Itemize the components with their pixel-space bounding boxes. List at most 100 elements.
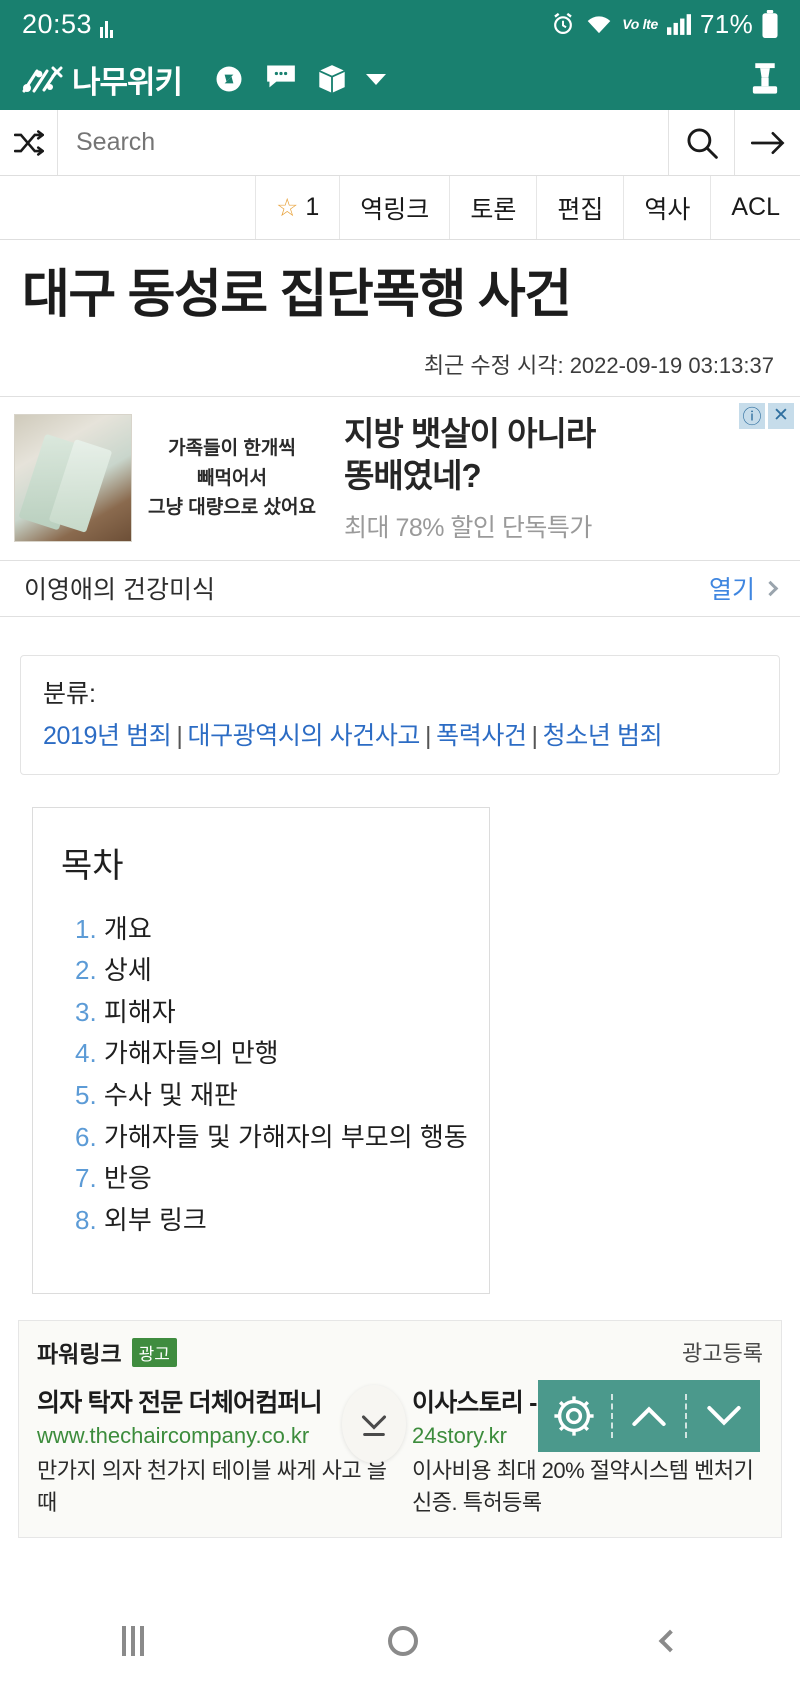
chevron-up-icon[interactable] — [613, 1380, 686, 1452]
powerlink-item-title[interactable]: 의자 탁자 전문 더체어컴퍼니 — [37, 1383, 388, 1419]
home-icon[interactable] — [388, 1626, 418, 1656]
ad-subtext-line-2: 빼먹어서 — [197, 467, 267, 489]
cellular-icon — [667, 13, 692, 35]
powerlink-title-group: 파워링크 광고 — [37, 1335, 177, 1369]
toc-link[interactable]: 외부 링크 — [104, 1205, 207, 1235]
ad-register-link[interactable]: 광고등록 — [682, 1336, 763, 1368]
ad-main-copy: 지방 뱃살이 아니라 똥배였네? 최대 78% 할인 단독특가 — [332, 413, 786, 543]
chevron-down-icon[interactable] — [687, 1380, 760, 1452]
powerlink-item-description: 이사비용 최대 20% 절약시스템 벤처기 신증. 특허등록 — [412, 1458, 754, 1516]
category-link-1[interactable]: 2019년 범죄 — [43, 722, 172, 750]
category-link-3[interactable]: 폭력사건 — [436, 722, 527, 750]
powerlink-item-description: 만가지 의자 천가지 테이블 싸게 사고 을 때 — [37, 1458, 387, 1516]
shuffle-icon[interactable] — [0, 110, 58, 175]
search-input[interactable] — [58, 110, 668, 175]
toc-item-5[interactable]: 5. 수사 및 재판 — [75, 1075, 489, 1117]
namuwiki-mark-icon — [20, 62, 66, 96]
tab-discussion[interactable]: 토론 — [450, 176, 538, 239]
scroll-down-button[interactable] — [342, 1385, 406, 1463]
chevron-right-icon — [762, 580, 779, 597]
star-icon: ☆ — [275, 193, 299, 222]
toc-link[interactable]: 피해자 — [104, 997, 176, 1027]
ad-footer[interactable]: 이영애의 건강미식 열기 — [0, 560, 800, 617]
category-link-2[interactable]: 대구광역시의 사건사고 — [187, 722, 420, 750]
ad-open-label: 열기 — [708, 576, 755, 605]
profile-icon[interactable] — [750, 62, 780, 96]
gear-icon[interactable] — [538, 1380, 611, 1452]
toc-number: 5. — [75, 1079, 97, 1110]
floating-toolbar — [538, 1380, 760, 1452]
toc-list: 1. 개요 2. 상세 3. 피해자 4. 가해자들의 만행 5. 수사 및 재… — [33, 909, 489, 1242]
ad-badge: 광고 — [131, 1337, 177, 1367]
toc-number: 2. — [75, 955, 97, 986]
header-icon-group — [214, 64, 387, 94]
top-advertisement[interactable]: 가족들이 한개씩 빼먹어서 그냥 대량으로 샀어요 지방 뱃살이 아니라 똥배였… — [0, 395, 800, 561]
tab-edit[interactable]: 편집 — [537, 176, 625, 239]
ad-open-button[interactable]: 열기 — [708, 570, 779, 606]
chat-icon[interactable] — [266, 64, 296, 94]
table-of-contents: 목차 1. 개요 2. 상세 3. 피해자 4. 가해자들의 만행 5. 수사 … — [32, 806, 490, 1295]
tab-backlinks[interactable]: 역링크 — [340, 176, 451, 239]
toc-link[interactable]: 반응 — [104, 1163, 152, 1193]
compass-icon[interactable] — [214, 64, 244, 94]
info-icon[interactable]: ⓘ — [739, 402, 765, 429]
toc-link[interactable]: 수사 및 재판 — [104, 1080, 238, 1110]
namuwiki-logo[interactable]: 나무위키 — [20, 57, 183, 102]
status-bar-left: 20:53 — [22, 8, 114, 39]
ad-description: 최대 78% 할인 단독특가 — [344, 513, 592, 542]
phone-screen: 20:53 Vo lte 71% 나무위키 Search ☆ 1 역링크 토론 … — [0, 0, 800, 1689]
status-bar: 20:53 Vo lte 71% — [0, 0, 800, 48]
toc-number: 3. — [75, 996, 97, 1027]
powerlink-item-url[interactable]: www.thechaircompany.co.kr — [37, 1423, 388, 1449]
article-tabs: ☆ 1 역링크 토론 편집 역사 ACL — [0, 176, 800, 240]
search-icon[interactable] — [668, 110, 734, 175]
tab-acl[interactable]: ACL — [711, 176, 800, 239]
ad-advertiser-name: 이영애의 건강미식 — [24, 576, 215, 605]
ad-controls: ⓘ ✕ — [739, 402, 794, 429]
status-bar-right: Vo lte 71% — [550, 9, 778, 40]
close-icon[interactable]: ✕ — [768, 402, 794, 429]
toc-link[interactable]: 개요 — [104, 914, 152, 944]
toc-item-7[interactable]: 7. 반응 — [75, 1158, 489, 1200]
chevron-down-icon[interactable] — [366, 73, 387, 85]
tab-star-count[interactable]: ☆ 1 — [256, 176, 341, 239]
toc-link[interactable]: 가해자들 및 가해자의 부모의 행동 — [104, 1122, 468, 1152]
toc-number: 6. — [75, 1121, 97, 1152]
toc-number: 4. — [75, 1038, 97, 1069]
category-box: 분류: 2019년 범죄 | 대구광역시의 사건사고 | 폭력사건 | 청소년 범죄 — [20, 654, 780, 775]
ad-headline-line-2: 똥배였네? — [344, 457, 482, 495]
android-navigation-bar — [0, 1593, 800, 1689]
battery-icon — [762, 10, 778, 38]
toc-item-4[interactable]: 4. 가해자들의 만행 — [75, 1033, 489, 1075]
toc-item-8[interactable]: 8. 외부 링크 — [75, 1200, 489, 1242]
toc-link[interactable]: 상세 — [104, 955, 152, 985]
category-link-4[interactable]: 청소년 범죄 — [543, 722, 663, 750]
title-block: 대구 동성로 집단폭행 사건 최근 수정 시각: 2022-09-19 03:1… — [0, 240, 800, 380]
page-title: 대구 동성로 집단폭행 사건 — [22, 266, 572, 324]
category-separator: | — [531, 721, 539, 750]
toc-number: 7. — [75, 1163, 97, 1194]
tab-history[interactable]: 역사 — [624, 176, 712, 239]
battery-percent: 71% — [700, 8, 753, 39]
powerlink-item[interactable]: 의자 탁자 전문 더체어컴퍼니 www.thechaircompany.co.k… — [37, 1383, 388, 1519]
box-icon[interactable] — [318, 64, 348, 94]
status-time: 20:53 — [22, 8, 93, 39]
arrow-right-icon[interactable] — [734, 110, 800, 175]
wifi-icon — [585, 12, 613, 36]
ad-subtext-line-1: 가족들이 한개씩 — [168, 438, 296, 460]
alarm-icon — [550, 11, 576, 37]
toc-item-1[interactable]: 1. 개요 — [75, 909, 489, 951]
toc-item-6[interactable]: 6. 가해자들 및 가해자의 부모의 행동 — [75, 1117, 489, 1159]
volte-icon: Vo lte — [622, 16, 659, 32]
recents-icon[interactable] — [122, 1626, 144, 1656]
toc-number: 1. — [75, 913, 97, 944]
toc-item-2[interactable]: 2. 상세 — [75, 950, 489, 992]
back-icon[interactable] — [658, 1629, 682, 1653]
tab-filler — [0, 176, 256, 239]
toc-item-3[interactable]: 3. 피해자 — [75, 992, 489, 1034]
toc-link[interactable]: 가해자들의 만행 — [104, 1038, 279, 1068]
ad-subtext: 가족들이 한개씩 빼먹어서 그냥 대량으로 샀어요 — [132, 434, 332, 522]
star-count-label: 1 — [305, 193, 320, 221]
last-edited-timestamp: 최근 수정 시각: 2022-09-19 03:13:37 — [423, 352, 774, 378]
category-separator: | — [425, 721, 432, 750]
